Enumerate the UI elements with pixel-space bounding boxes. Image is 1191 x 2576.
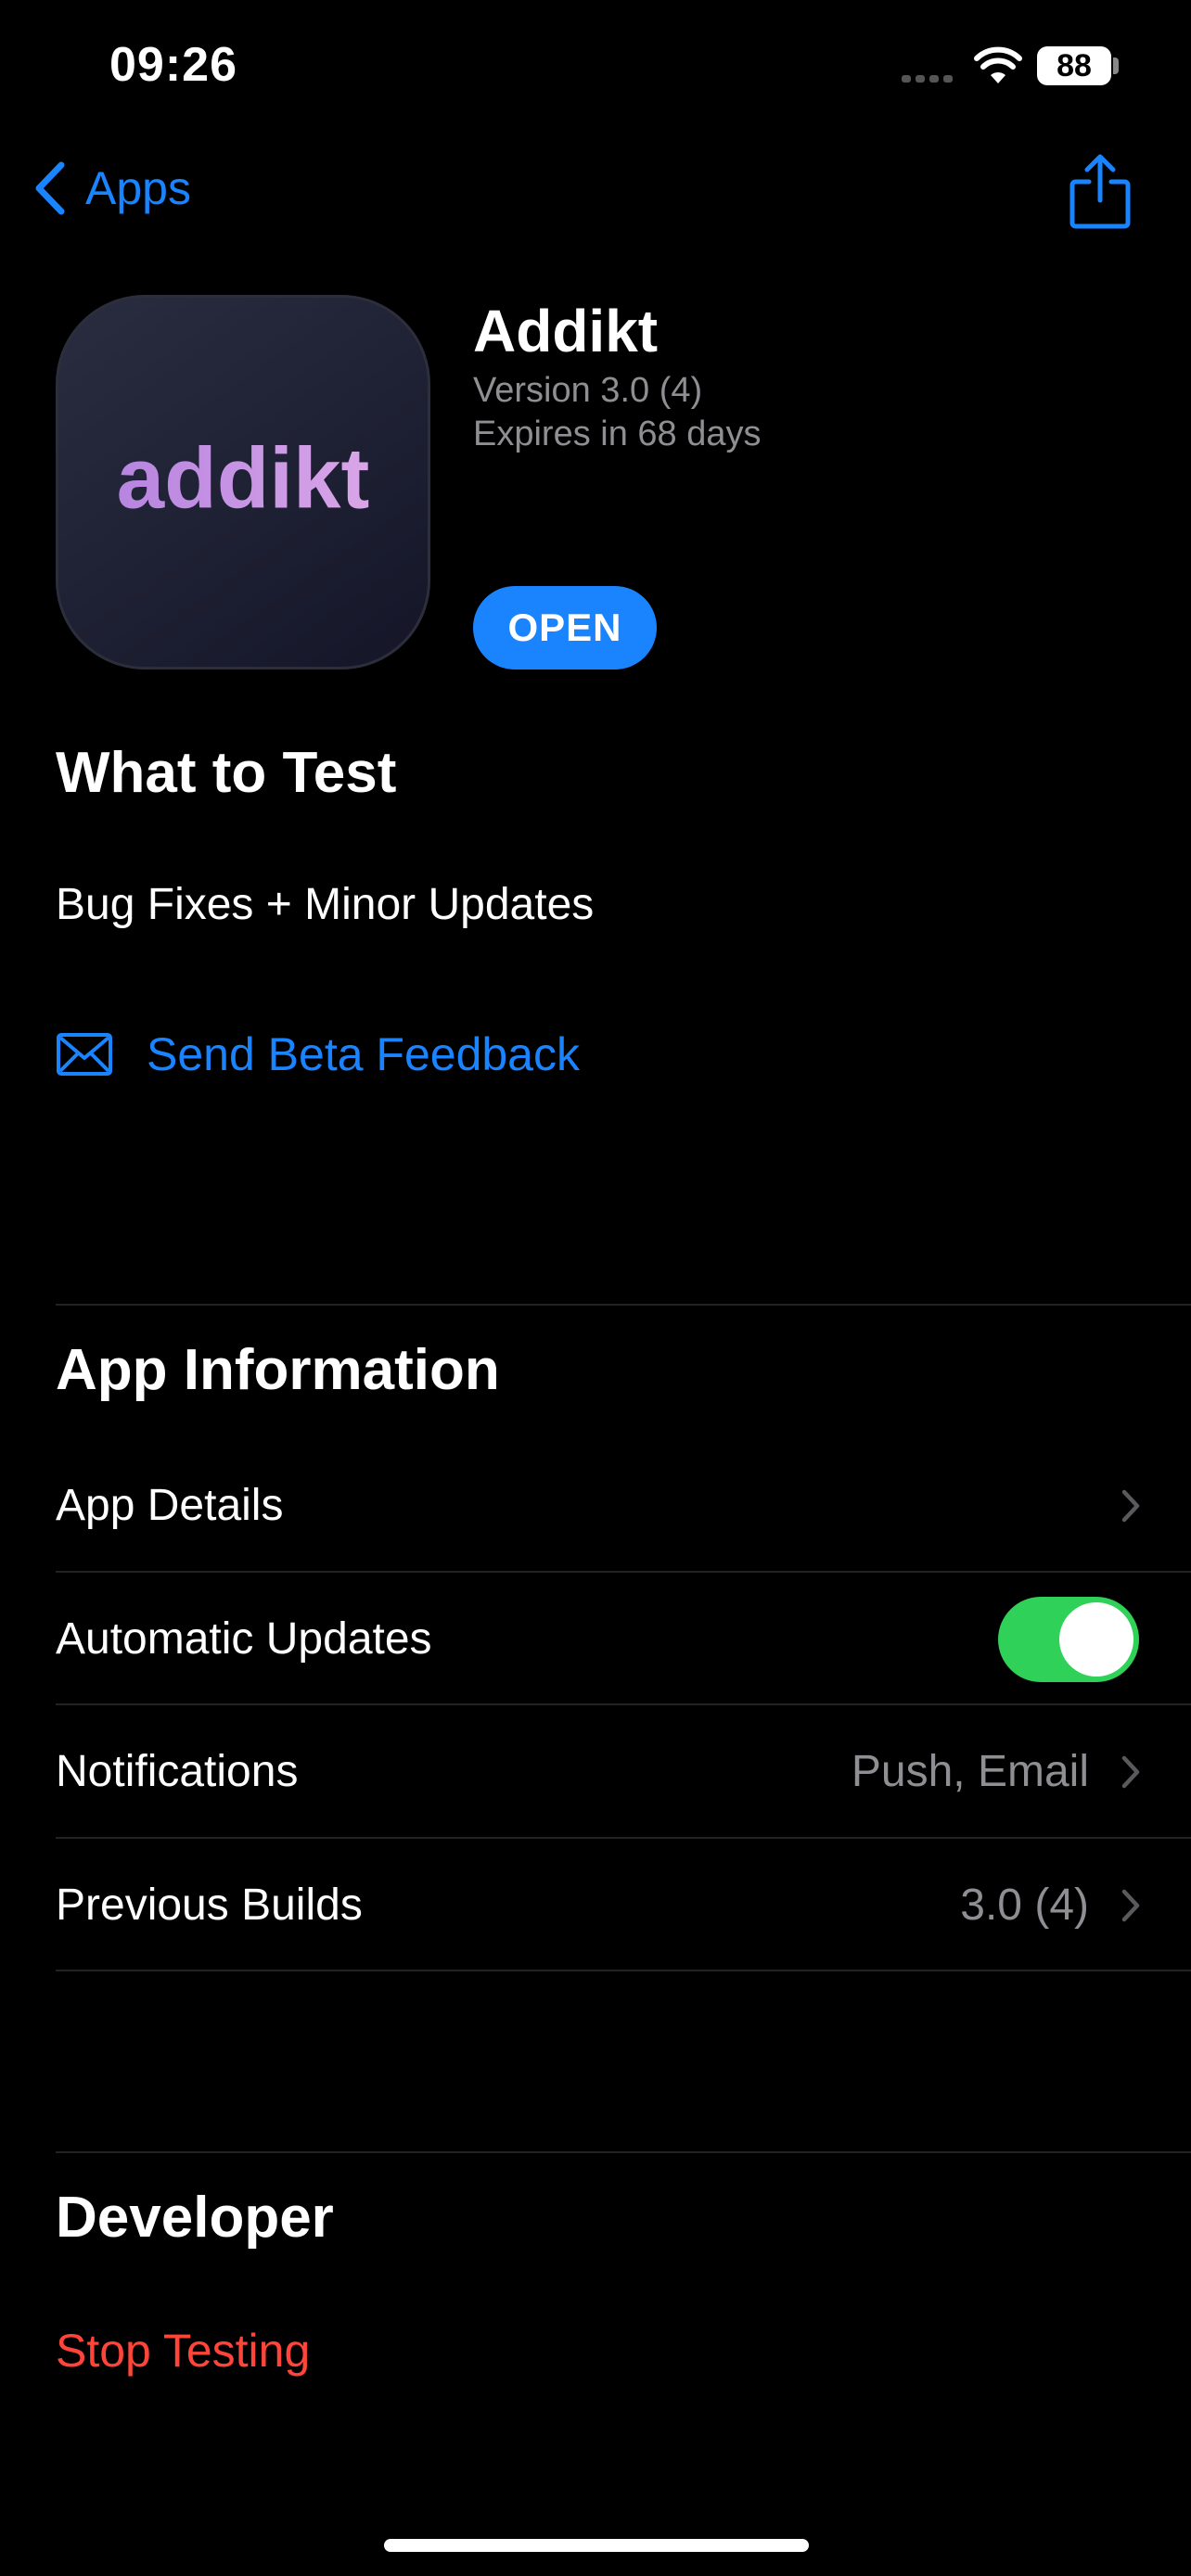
share-icon[interactable] bbox=[1065, 152, 1135, 230]
back-label: Apps bbox=[85, 162, 191, 214]
row-value: 3.0 (4) bbox=[960, 1881, 1089, 1930]
row-value: Push, Email bbox=[851, 1747, 1089, 1796]
battery-tip bbox=[1113, 57, 1119, 74]
send-beta-feedback-link[interactable]: Send Beta Feedback bbox=[56, 1027, 580, 1081]
open-button[interactable]: OPEN bbox=[473, 586, 657, 670]
chevron-right-icon bbox=[1121, 1889, 1140, 1921]
row-label: Previous Builds bbox=[56, 1881, 363, 1930]
automatic-updates-toggle[interactable] bbox=[998, 1596, 1139, 1682]
divider bbox=[56, 1970, 1191, 1971]
status-time: 09:26 bbox=[109, 38, 237, 92]
developer-heading: Developer bbox=[56, 2186, 334, 2250]
row-previous-builds[interactable]: Previous Builds 3.0 (4) bbox=[56, 1839, 1191, 1971]
app-name: Addikt bbox=[473, 298, 659, 364]
feedback-label: Send Beta Feedback bbox=[147, 1028, 580, 1080]
cellular-signal-icon bbox=[902, 70, 957, 87]
toggle-knob bbox=[1059, 1601, 1133, 1677]
addikt-logo-icon: addikt bbox=[117, 430, 370, 527]
row-label: Automatic Updates bbox=[56, 1614, 432, 1664]
battery-icon: 88 bbox=[1037, 46, 1111, 85]
envelope-icon bbox=[57, 1033, 112, 1076]
row-automatic-updates: Automatic Updates bbox=[56, 1573, 1191, 1705]
app-version: Version 3.0 (4) bbox=[473, 371, 703, 410]
back-button[interactable]: Apps bbox=[32, 159, 191, 217]
wifi-icon bbox=[974, 46, 1022, 83]
app-icon: addikt bbox=[56, 295, 430, 670]
chevron-right-icon bbox=[1121, 1489, 1140, 1522]
row-label: Notifications bbox=[56, 1747, 299, 1796]
row-app-details[interactable]: App Details bbox=[56, 1439, 1191, 1572]
row-label: App Details bbox=[56, 1481, 284, 1530]
app-information-heading: App Information bbox=[56, 1338, 500, 1402]
chevron-left-icon bbox=[35, 161, 65, 215]
divider bbox=[56, 1304, 1191, 1306]
home-indicator[interactable] bbox=[384, 2539, 809, 2552]
test-notes: Bug Fixes + Minor Updates bbox=[56, 880, 595, 929]
divider bbox=[56, 2151, 1191, 2153]
what-to-test-heading: What to Test bbox=[56, 741, 397, 805]
chevron-right-icon bbox=[1121, 1755, 1140, 1788]
stop-testing-button[interactable]: Stop Testing bbox=[56, 2324, 310, 2378]
logo-text: addikt bbox=[117, 430, 370, 527]
row-notifications[interactable]: Notifications Push, Email bbox=[56, 1705, 1191, 1838]
app-expiry: Expires in 68 days bbox=[473, 414, 762, 453]
